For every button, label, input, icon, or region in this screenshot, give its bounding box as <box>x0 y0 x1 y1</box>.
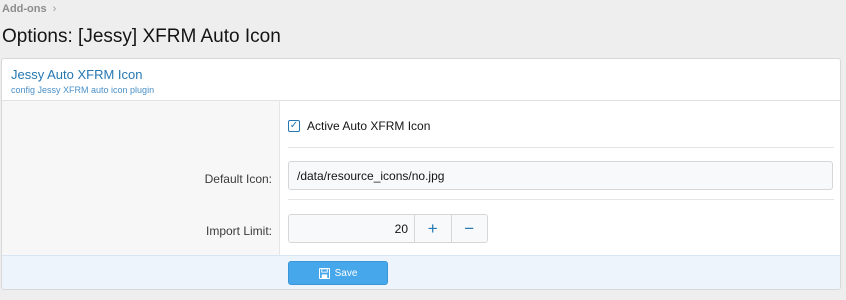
breadcrumb-link-addons[interactable]: Add-ons <box>2 3 47 15</box>
chevron-right-icon: › <box>52 3 57 15</box>
block-description: config Jessy XFRM auto icon plugin <box>11 85 155 95</box>
page-title: Options: [Jessy] XFRM Auto Icon <box>2 26 281 47</box>
minus-icon: − <box>464 218 475 238</box>
import-limit-stepper: + − <box>288 214 488 243</box>
breadcrumb: Add-ons › <box>2 3 56 15</box>
active-checkbox[interactable]: ✓ <box>288 120 300 132</box>
import-limit-input[interactable] <box>289 215 414 242</box>
save-button-label: Save <box>334 267 358 279</box>
form-footer: Save <box>2 255 840 289</box>
default-icon-input[interactable] <box>288 161 833 190</box>
default-icon-label: Default Icon: <box>204 172 272 186</box>
check-icon: ✓ <box>289 120 299 131</box>
active-checkbox-row[interactable]: ✓ Active Auto XFRM Icon <box>288 119 430 133</box>
divider <box>288 147 834 148</box>
divider <box>288 199 834 200</box>
block-header: Jessy Auto XFRM Icon config Jessy XFRM a… <box>2 59 840 101</box>
import-limit-label: Import Limit: <box>205 224 272 238</box>
options-block: Jessy Auto XFRM Icon config Jessy XFRM a… <box>1 58 841 290</box>
save-button[interactable]: Save <box>288 261 388 285</box>
block-title: Jessy Auto XFRM Icon <box>11 67 143 82</box>
active-checkbox-label: Active Auto XFRM Icon <box>307 119 431 133</box>
decrement-button[interactable]: − <box>450 215 487 242</box>
plus-icon: + <box>427 218 438 238</box>
form-body: ✓ Active Auto XFRM Icon Default Icon: Im… <box>2 101 840 255</box>
floppy-disk-icon <box>318 267 330 279</box>
increment-button[interactable]: + <box>414 215 451 242</box>
